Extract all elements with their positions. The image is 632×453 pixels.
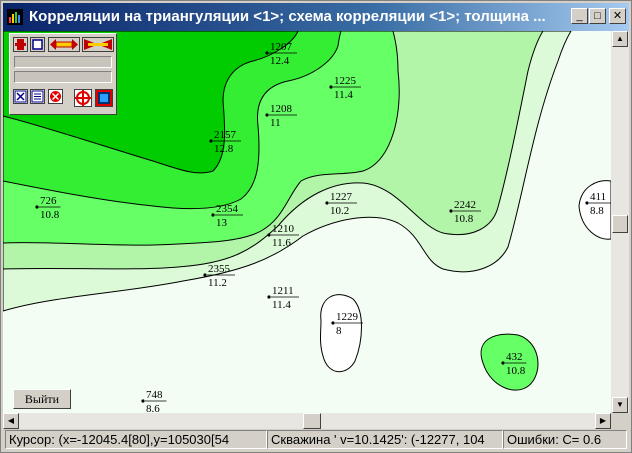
maximize-button[interactable]: □ (589, 8, 606, 24)
close-button[interactable]: ✕ (609, 8, 626, 24)
well-id-label: 1225 (334, 75, 357, 87)
well-point (209, 139, 213, 143)
well-id-label: 726 (40, 195, 57, 207)
well-point (449, 209, 453, 213)
well-value-label: 8.8 (590, 205, 604, 217)
window-title: Корреляции на триангуляции <1>; схема ко… (29, 8, 546, 25)
well-id-label: 2242 (454, 199, 476, 211)
well-id-label: 1227 (330, 191, 353, 203)
well-value-label: 11.2 (208, 277, 227, 289)
well-point (267, 233, 271, 237)
well-id-label: 1229 (336, 311, 359, 323)
well-value-label: 10.2 (330, 205, 349, 217)
status-errors: Ошибки: С= 0.6 (503, 430, 627, 449)
status-cursor: Курсор: (x=-12045.4[80],y=105030[54 (5, 430, 267, 449)
well-value-label: 8.6 (146, 403, 160, 413)
well-point (585, 201, 589, 205)
well-value-label: 8 (336, 325, 342, 337)
well-value-label: 12.8 (214, 143, 234, 155)
well-value-label: 13 (216, 217, 228, 229)
well-point (211, 213, 215, 217)
well-value-label: 10.8 (40, 209, 60, 221)
window-icon[interactable] (30, 37, 45, 52)
well-value-label: 11.6 (272, 237, 291, 249)
well-id-label: 1210 (272, 223, 295, 235)
list-icon[interactable] (30, 89, 45, 104)
well-point (325, 201, 329, 205)
scroll-up-button[interactable]: ▲ (612, 31, 628, 47)
horizontal-scrollbar[interactable]: ◀ ▶ (3, 413, 611, 429)
well-point (35, 205, 39, 209)
status-well: Скважина ' v=10.1425': (-12277, 104 (267, 430, 503, 449)
close-small-icon[interactable] (13, 89, 28, 104)
scroll-down-button[interactable]: ▼ (612, 397, 628, 413)
well-value-label: 11.4 (334, 89, 353, 101)
well-point (203, 273, 207, 277)
target-icon[interactable] (74, 89, 92, 107)
well-id-label: 1207 (270, 41, 293, 53)
app-icon (7, 9, 23, 25)
well-value-label: 10.8 (506, 365, 526, 377)
well-point (331, 321, 335, 325)
well-id-label: 748 (146, 389, 163, 401)
horizontal-scroll-thumb[interactable] (303, 413, 321, 429)
well-id-label: 2355 (208, 263, 231, 275)
stretch-horizontal-icon[interactable] (48, 37, 80, 52)
main-window: Корреляции на триангуляции <1>; схема ко… (0, 0, 632, 453)
well-id-label: 2354 (216, 203, 239, 215)
well-value-label: 10.8 (454, 213, 474, 225)
title-bar[interactable]: Корреляции на триангуляции <1>; схема ко… (3, 3, 629, 31)
well-value-label: 11.4 (272, 299, 291, 311)
well-point (265, 51, 269, 55)
scroll-left-button[interactable]: ◀ (3, 413, 19, 429)
tool-palette (9, 33, 117, 115)
well-point (267, 295, 271, 299)
well-id-label: 2157 (214, 129, 237, 141)
well-id-label: 1211 (272, 285, 294, 297)
image-icon[interactable] (95, 89, 113, 107)
well-id-label: 432 (506, 351, 523, 363)
shrink-horizontal-icon[interactable] (82, 37, 114, 52)
well-value-label: 12.4 (270, 55, 290, 67)
vertical-scroll-thumb[interactable] (612, 215, 628, 233)
well-id-label: 411 (590, 191, 606, 203)
well-point (141, 399, 145, 403)
scroll-right-button[interactable]: ▶ (595, 413, 611, 429)
minimize-button[interactable]: _ (571, 8, 588, 24)
move-icon[interactable] (13, 37, 28, 52)
well-id-label: 1208 (270, 103, 293, 115)
well-point (329, 85, 333, 89)
well-value-label: 11 (270, 117, 281, 129)
exit-button[interactable]: Выйти (13, 389, 71, 409)
well-point (265, 113, 269, 117)
well-point (501, 361, 505, 365)
palette-field-2[interactable] (14, 71, 112, 83)
no-entry-icon[interactable] (48, 89, 63, 104)
palette-field-1[interactable] (14, 56, 112, 68)
vertical-scrollbar[interactable]: ▲ ▼ (611, 31, 629, 413)
status-bar: Курсор: (x=-12045.4[80],y=105030[54 Сква… (3, 429, 629, 451)
